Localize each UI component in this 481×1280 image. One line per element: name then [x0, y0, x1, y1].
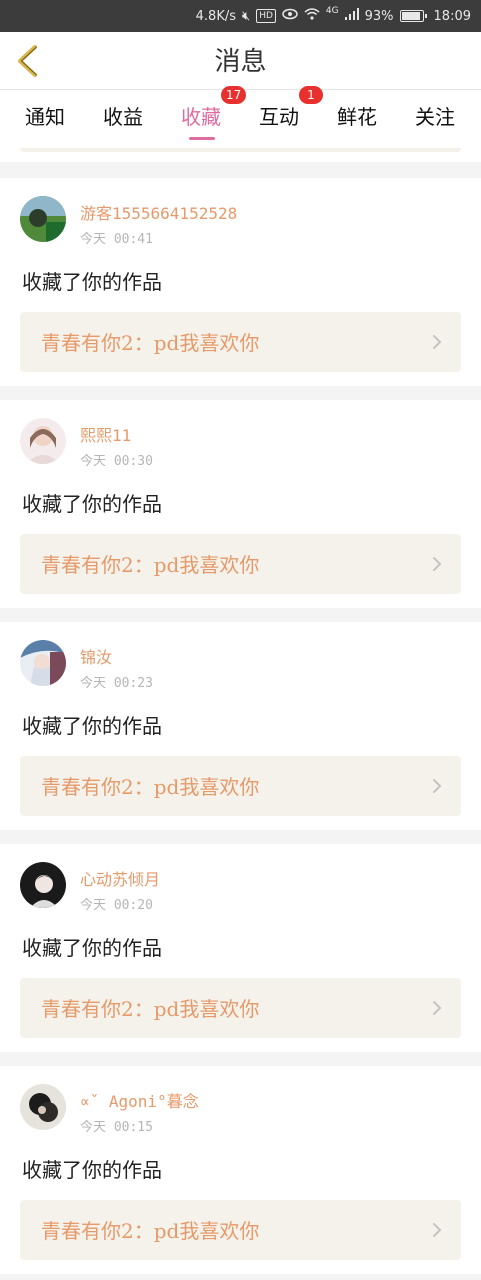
avatar[interactable] [20, 1084, 66, 1130]
tab-label: 收藏 [181, 105, 221, 129]
action-text: 收藏了你的作品 [22, 1158, 162, 1182]
hd-icon: HD [256, 9, 276, 23]
previous-work-box [20, 148, 461, 152]
action-text: 收藏了你的作品 [22, 936, 162, 960]
wifi-icon [304, 8, 320, 24]
previous-card-remnant [0, 148, 481, 162]
status-bar: 4.8K/s 🔇︎ HD 4G 93% 18:09 [0, 0, 481, 32]
list-item[interactable]: 熙熙11 今天 00:30 收藏了你的作品 青春有你2：pd我喜欢你 [0, 400, 481, 608]
list-item[interactable]: 心动苏倾月 今天 00:20 收藏了你的作品 青春有你2：pd我喜欢你 [0, 844, 481, 1052]
timestamp: 今天 00:30 [80, 454, 153, 469]
avatar[interactable] [20, 418, 66, 464]
active-tab-indicator [189, 137, 215, 140]
tab-label: 关注 [415, 105, 455, 129]
tab-earnings[interactable]: 收益 [89, 90, 157, 148]
tab-flowers[interactable]: 鲜花 [323, 90, 391, 148]
unread-badge: 17 [221, 86, 247, 104]
avatar[interactable] [20, 862, 66, 908]
timestamp: 今天 00:15 [80, 1120, 153, 1135]
list-item[interactable]: 锦汝 今天 00:23 收藏了你的作品 青春有你2：pd我喜欢你 [0, 622, 481, 830]
work-link[interactable]: 青春有你2：pd我喜欢你 [20, 756, 461, 816]
action-text: 收藏了你的作品 [22, 492, 162, 516]
eye-icon [282, 8, 298, 24]
work-link[interactable]: 青春有你2：pd我喜欢你 [20, 1200, 461, 1260]
action-text: 收藏了你的作品 [22, 714, 162, 738]
unread-badge: 1 [299, 86, 323, 104]
work-link[interactable]: 青春有你2：pd我喜欢你 [20, 534, 461, 594]
avatar[interactable] [20, 196, 66, 242]
tab-label: 收益 [103, 105, 143, 129]
chevron-right-icon [433, 335, 442, 349]
avatar[interactable] [20, 640, 66, 686]
work-link[interactable]: 青春有你2：pd我喜欢你 [20, 978, 461, 1038]
page-title: 消息 [214, 47, 267, 77]
clock: 18:09 [433, 8, 471, 24]
tab-follows[interactable]: 关注 [401, 90, 469, 148]
timestamp: 今天 00:41 [80, 232, 153, 247]
work-title: 青春有你2：pd我喜欢你 [41, 1219, 260, 1243]
action-text: 收藏了你的作品 [22, 270, 162, 294]
chevron-right-icon [433, 1001, 442, 1015]
username[interactable]: ∝ˇ Agoni°暮念 [80, 1088, 199, 1112]
username[interactable]: 游客1555664152528 [80, 200, 237, 224]
chevron-right-icon [433, 557, 442, 571]
signal-bars-icon [344, 8, 359, 24]
battery-percent: 93% [364, 8, 394, 24]
work-title: 青春有你2：pd我喜欢你 [41, 997, 260, 1021]
timestamp: 今天 00:20 [80, 898, 153, 913]
tab-notifications[interactable]: 通知 [11, 90, 79, 148]
tab-label: 互动 [259, 105, 299, 129]
tab-bar: 通知 收益 收藏 17 互动 1 鲜花 关注 [0, 86, 481, 148]
timestamp: 今天 00:23 [80, 676, 153, 691]
list-item[interactable]: ∝ˇ Agoni°暮念 今天 00:15 收藏了你的作品 青春有你2：pd我喜欢… [0, 1066, 481, 1274]
work-title: 青春有你2：pd我喜欢你 [41, 775, 260, 799]
chevron-right-icon [433, 779, 442, 793]
work-link[interactable]: 青春有你2：pd我喜欢你 [20, 312, 461, 372]
username[interactable]: 熙熙11 [80, 422, 131, 446]
tab-interactions[interactable]: 互动 1 [245, 86, 323, 148]
mute-icon: 🔇︎ [242, 8, 251, 24]
work-title: 青春有你2：pd我喜欢你 [41, 553, 260, 577]
username[interactable]: 心动苏倾月 [80, 866, 160, 890]
chevron-right-icon [433, 1223, 442, 1237]
signal-icon: 4G [325, 6, 339, 16]
tab-favorites[interactable]: 收藏 17 [167, 86, 247, 148]
username[interactable]: 锦汝 [80, 644, 112, 668]
tab-label: 通知 [25, 105, 65, 129]
work-title: 青春有你2：pd我喜欢你 [41, 331, 260, 355]
battery-icon [399, 10, 427, 22]
tab-label: 鲜花 [337, 105, 377, 129]
net-speed: 4.8K/s [195, 8, 237, 24]
header: 消息 [0, 32, 481, 90]
list-item[interactable]: 游客1555664152528 今天 00:41 收藏了你的作品 青春有你2：p… [0, 178, 481, 386]
